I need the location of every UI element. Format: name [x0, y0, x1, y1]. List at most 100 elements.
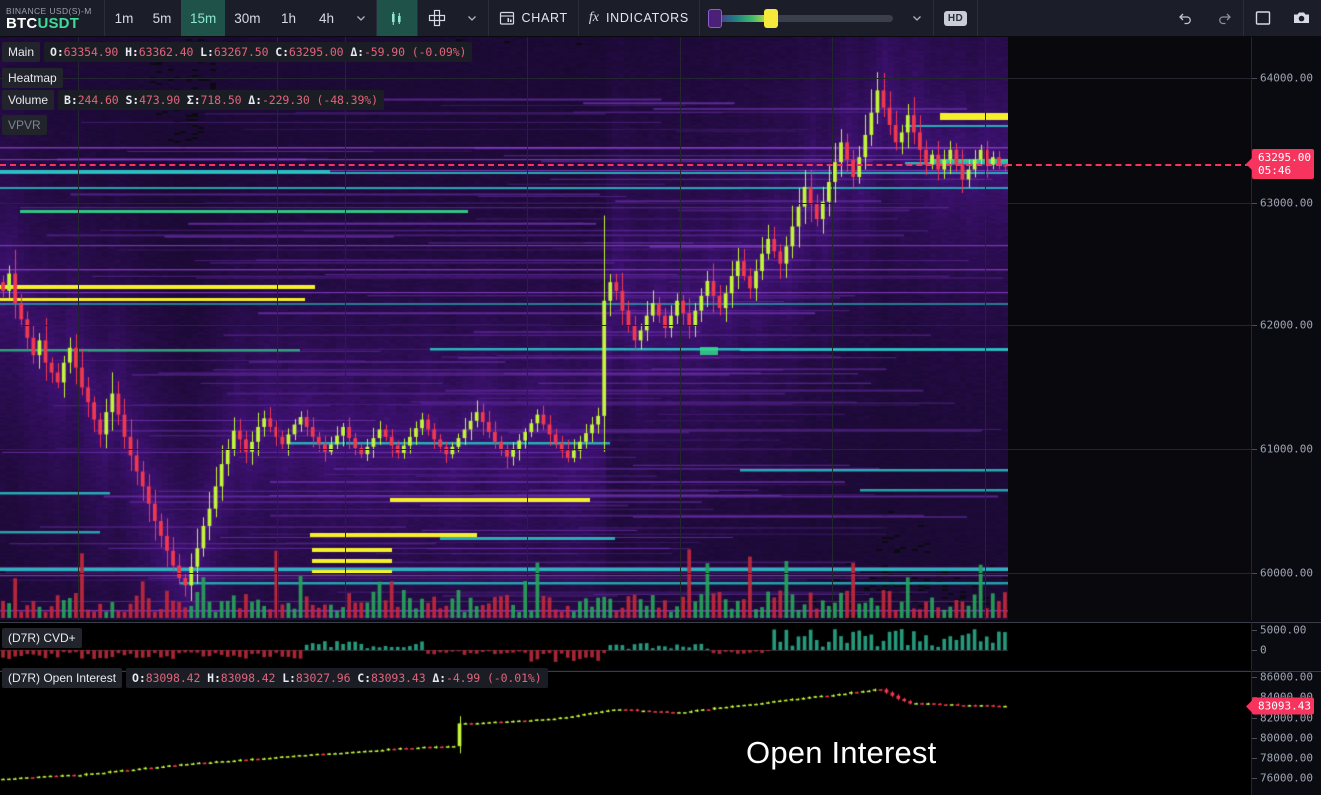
- timeframe-1m[interactable]: 1m: [105, 0, 143, 36]
- drawing-more-chevron-down-icon[interactable]: [456, 0, 488, 36]
- axis-label: 63000.00: [1260, 197, 1313, 210]
- gridline: [345, 37, 346, 620]
- axis-label: 78000.00: [1260, 752, 1313, 765]
- axis-tick: [1252, 78, 1257, 79]
- main-price-axis[interactable]: 64000.00 63000.00 62000.00 61000.00 60000.00: [1251, 37, 1321, 620]
- fx-icon: fx: [589, 10, 599, 26]
- open-interest-layer: [0, 672, 1008, 795]
- current-price-tag: 63295.0005:46: [1252, 149, 1314, 179]
- drawing-crosshair-icon[interactable]: [418, 0, 456, 36]
- axis-tick: [1252, 630, 1257, 631]
- axis-tick: [1252, 758, 1257, 759]
- indicators-button[interactable]: fx INDICATORS: [579, 0, 699, 36]
- main-chart-pane[interactable]: [0, 37, 1251, 620]
- open-interest-pane[interactable]: Open Interest: [0, 671, 1251, 795]
- gridline: [0, 78, 1251, 79]
- slider-handle-low[interactable]: [708, 9, 722, 28]
- axis-tick: [1252, 738, 1257, 739]
- slider-fill: [716, 15, 770, 22]
- gridline: [78, 37, 79, 620]
- legend-open-interest[interactable]: (D7R) Open Interest O:83098.42 H:83098.4…: [2, 668, 548, 688]
- trading-chart-app: BINANCE USD(S)-M BTCUSDT 1m 5m 15m 30m 1…: [0, 0, 1321, 795]
- legend-vpvr-label: VPVR: [2, 115, 47, 135]
- gridline: [0, 573, 1251, 574]
- cvd-plot-area[interactable]: [0, 623, 1008, 670]
- legend-heatmap[interactable]: Heatmap: [2, 68, 63, 88]
- axis-label: 76000.00: [1260, 772, 1313, 785]
- axis-tick: [1252, 677, 1257, 678]
- axis-tick: [1252, 203, 1257, 204]
- legend-volume[interactable]: Volume B:244.60 S:473.90 Σ:718.50 Δ:-229…: [2, 90, 384, 110]
- symbol-base: BTC: [6, 15, 37, 32]
- axis-tick: [1252, 573, 1257, 574]
- legend-volume-label: Volume: [2, 90, 54, 110]
- axis-label: 61000.00: [1260, 443, 1313, 456]
- redo-icon[interactable]: [1205, 0, 1243, 36]
- cvd-histogram-layer: [0, 623, 1008, 670]
- gridline: [0, 449, 1251, 450]
- heatmap-intensity-slider[interactable]: [700, 0, 901, 36]
- timeframe-15m[interactable]: 15m: [181, 0, 225, 36]
- axis-tick: [1252, 325, 1257, 326]
- timeframe-group: 1m 5m 15m 30m 1h 4h: [105, 0, 377, 36]
- axis-label: 86000.00: [1260, 671, 1313, 684]
- indicators-button-label: INDICATORS: [606, 11, 689, 25]
- slider-handle-high[interactable]: [764, 9, 778, 28]
- legend-volume-values: B:244.60 S:473.90 Σ:718.50 Δ:-229.30 (-4…: [58, 90, 384, 110]
- legend-main[interactable]: Main O:63354.90 H:63362.40 L:63267.50 C:…: [2, 42, 472, 62]
- cvd-pane[interactable]: [0, 622, 1251, 670]
- current-price-line: [0, 164, 1251, 166]
- axis-tick: [1252, 718, 1257, 719]
- layout-square-icon[interactable]: [1244, 0, 1282, 36]
- gridline: [527, 37, 528, 620]
- hd-quality-button[interactable]: HD: [934, 0, 977, 36]
- chart-button[interactable]: CHART: [489, 0, 578, 36]
- legend-main-label: Main: [2, 42, 40, 62]
- hd-badge-label: HD: [944, 11, 967, 26]
- cvd-value-axis[interactable]: 5000.00 0: [1251, 622, 1321, 670]
- axis-tick: [1252, 650, 1257, 651]
- camera-icon[interactable]: [1282, 0, 1321, 36]
- gridline: [0, 203, 1251, 204]
- legend-oi-values: O:83098.42 H:83098.42 L:83027.96 C:83093…: [126, 668, 548, 688]
- legend-heatmap-label: Heatmap: [2, 68, 63, 88]
- timeframe-4h[interactable]: 4h: [308, 0, 346, 36]
- axis-tick: [1252, 778, 1257, 779]
- open-interest-axis[interactable]: 86000.0084000.0082000.0080000.0078000.00…: [1251, 671, 1321, 795]
- gridline: [680, 37, 681, 620]
- timeframe-30m[interactable]: 30m: [225, 0, 269, 36]
- toolbar-spacer: [978, 0, 1167, 36]
- slider-track[interactable]: [708, 15, 893, 22]
- undo-icon[interactable]: [1167, 0, 1205, 36]
- legend-vpvr[interactable]: VPVR: [2, 115, 47, 135]
- chart-grid-icon: [499, 10, 515, 26]
- legend-cvd[interactable]: (D7R) CVD+: [2, 628, 82, 648]
- timeframe-1h[interactable]: 1h: [270, 0, 308, 36]
- symbol-selector[interactable]: BINANCE USD(S)-M BTCUSDT: [0, 0, 105, 36]
- top-toolbar: BINANCE USD(S)-M BTCUSDT 1m 5m 15m 30m 1…: [0, 0, 1321, 37]
- timeframe-5m[interactable]: 5m: [143, 0, 181, 36]
- timeframe-more-chevron-down-icon[interactable]: [346, 0, 376, 36]
- symbol-quote: USDT: [37, 15, 79, 32]
- gridline: [832, 37, 833, 620]
- axis-label: 0: [1260, 644, 1267, 657]
- axis-label: 80000.00: [1260, 732, 1313, 745]
- axis-label: 62000.00: [1260, 319, 1313, 332]
- axis-label: 60000.00: [1260, 567, 1313, 580]
- gridline: [0, 325, 1251, 326]
- axis-label: 64000.00: [1260, 72, 1313, 85]
- axis-label: 5000.00: [1260, 624, 1306, 637]
- legend-main-values: O:63354.90 H:63362.40 L:63267.50 C:63295…: [44, 42, 472, 62]
- axis-tick: [1252, 449, 1257, 450]
- open-interest-price-tag: 83093.43: [1252, 698, 1314, 715]
- chart-button-label: CHART: [522, 11, 568, 25]
- main-plot-area[interactable]: [0, 37, 1008, 620]
- candlestick-layer: [0, 37, 1008, 620]
- gridline: [985, 37, 986, 620]
- chart-type-candlestick-icon[interactable]: [377, 0, 417, 36]
- legend-oi-label: (D7R) Open Interest: [2, 668, 122, 688]
- oi-plot-area[interactable]: [0, 672, 1008, 795]
- legend-cvd-label: (D7R) CVD+: [2, 628, 82, 648]
- main-empty-right-area: [1008, 37, 1251, 620]
- slider-more-chevron-down-icon[interactable]: [901, 0, 933, 36]
